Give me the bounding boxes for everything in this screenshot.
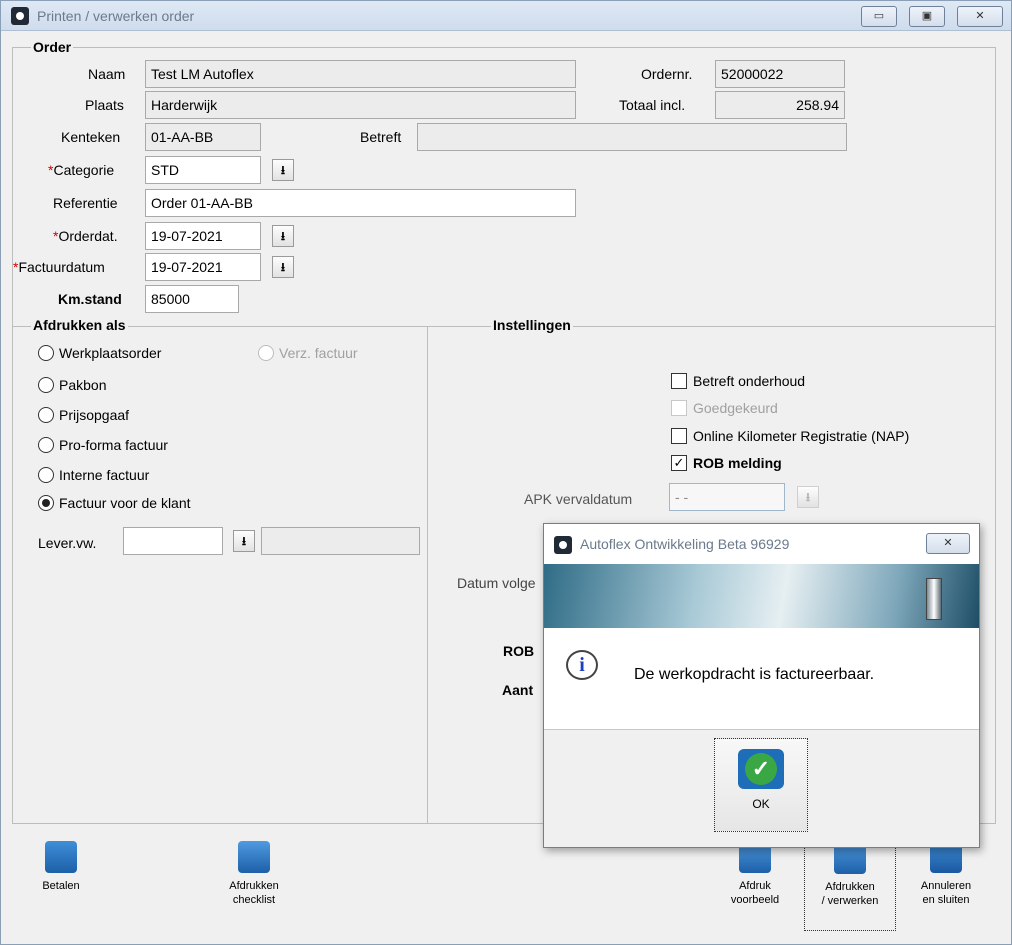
info-icon: i [566, 650, 598, 680]
apk-field[interactable]: - - [669, 483, 785, 511]
message-dialog: Autoflex Ontwikkeling Beta 96929 ✕ i De … [543, 523, 980, 848]
title-bar: Printen / verwerken order ▭ ▣ ✕ [1, 1, 1011, 31]
plaats-label: Plaats [85, 97, 124, 113]
dialog-message: De werkopdracht is factureerbaar. [634, 666, 875, 683]
radio-circle [258, 345, 274, 361]
betreft-field[interactable] [417, 123, 847, 151]
afdrukken-als-group [12, 326, 428, 824]
radio-werkplaatsorder[interactable]: Werkplaatsorder [38, 345, 161, 361]
dialog-title: Autoflex Ontwikkeling Beta 96929 [580, 536, 790, 552]
afdrukken-als-title: Afdrukken als [31, 317, 128, 333]
dialog-banner [544, 564, 979, 628]
referentie-label: Referentie [53, 195, 118, 211]
totaal-label: Totaal incl. [619, 97, 686, 113]
afdruk-voorbeeld-button[interactable]: Afdruk voorbeeld [723, 841, 787, 907]
radio-circle-selected [38, 495, 54, 511]
annuleren-sluiten-button[interactable]: Annuleren en sluiten [911, 841, 981, 907]
afdrukken-verwerken-button[interactable]: Afdrukken / verwerken [804, 835, 896, 931]
window-title: Printen / verwerken order [37, 8, 195, 24]
apk-dropdown-button[interactable]: ⭳ [797, 486, 819, 508]
orderdat-label: *Orderdat. [53, 228, 118, 244]
radio-factuur-voor-de-klant[interactable]: Factuur voor de klant [38, 495, 191, 511]
ok-checkmark-icon: ✓ [738, 749, 784, 789]
referentie-field[interactable]: Order 01-AA-BB [145, 189, 576, 217]
apk-label: APK vervaldatum [524, 491, 633, 507]
betalen-button[interactable]: Betalen [31, 841, 91, 893]
naam-field[interactable]: Test LM Autoflex [145, 60, 576, 88]
kenteken-field[interactable]: 01-AA-BB [145, 123, 261, 151]
kenteken-label: Kenteken [61, 129, 121, 145]
orderdat-field[interactable]: 19-07-2021 [145, 222, 261, 250]
kmstand-label: Km.stand [58, 291, 122, 307]
radio-circle [38, 467, 54, 483]
categorie-field[interactable]: STD [145, 156, 261, 184]
dialog-body: i De werkopdracht is factureerbaar. [544, 628, 979, 730]
check-goedgekeurd[interactable]: Goedgekeurd [671, 400, 778, 416]
ordernr-field[interactable]: 52000022 [715, 60, 845, 88]
categorie-label: *Categorie [48, 162, 115, 178]
close-button[interactable]: ✕ [957, 6, 1003, 27]
datum-volgend-label: Datum volge [457, 575, 536, 591]
radio-circle [38, 345, 54, 361]
factuurdatum-dropdown-button[interactable]: ⭳ [272, 256, 294, 278]
naam-label: Naam [88, 66, 126, 82]
checkbox [671, 428, 687, 444]
radio-interne-factuur[interactable]: Interne factuur [38, 467, 149, 483]
rob-label: ROB [503, 643, 535, 659]
radio-prijsopgaaf[interactable]: Prijsopgaaf [38, 407, 129, 423]
plaats-field[interactable]: Harderwijk [145, 91, 576, 119]
dialog-title-bar: Autoflex Ontwikkeling Beta 96929 ✕ [544, 524, 979, 564]
dialog-app-logo-icon [554, 536, 572, 554]
levervw-dropdown-button[interactable]: ⭳ [233, 530, 255, 552]
check-betreft-onderhoud[interactable]: Betreft onderhoud [671, 373, 805, 389]
radio-pro-forma-factuur[interactable]: Pro-forma factuur [38, 437, 168, 453]
radio-circle [38, 407, 54, 423]
check-rob-melding[interactable]: ✓ ROB melding [671, 455, 782, 471]
print-checklist-icon [238, 841, 270, 873]
levervw-field[interactable] [123, 527, 223, 555]
levervw-description-field[interactable] [261, 527, 420, 555]
dialog-close-button[interactable]: ✕ [926, 533, 970, 554]
betreft-label: Betreft [360, 129, 402, 145]
factuurdatum-field[interactable]: 19-07-2021 [145, 253, 261, 281]
afdrukken-checklist-button[interactable]: Afdrukken checklist [219, 841, 289, 907]
radio-verz-factuur[interactable]: Verz. factuur [258, 345, 358, 361]
radio-circle [38, 377, 54, 393]
dialog-ok-button[interactable]: ✓ OK [714, 738, 808, 832]
checkmark-icon: ✓ [671, 455, 687, 471]
kmstand-field[interactable]: 85000 [145, 285, 239, 313]
factuurdatum-label: *Factuurdatum [13, 259, 105, 275]
levervw-label: Lever.vw. [38, 535, 97, 551]
check-nap[interactable]: Online Kilometer Registratie (NAP) [671, 428, 909, 444]
radio-pakbon[interactable]: Pakbon [38, 377, 106, 393]
ok-label: OK [752, 797, 770, 811]
maximize-button[interactable]: ▣ [909, 6, 945, 27]
orderdat-dropdown-button[interactable]: ⭳ [272, 225, 294, 247]
ordernr-label: Ordernr. [641, 66, 693, 82]
radio-circle [38, 437, 54, 453]
totaal-field[interactable]: 258.94 [715, 91, 845, 119]
checkbox [671, 400, 687, 416]
payment-icon [45, 841, 77, 873]
app-logo-icon [11, 7, 29, 25]
minimize-button[interactable]: ▭ [861, 6, 897, 27]
door-graphic-icon [926, 578, 942, 620]
instellingen-title: Instellingen [491, 317, 573, 333]
aant-label: Aant [502, 682, 534, 698]
print-process-window: Printen / verwerken order ▭ ▣ ✕ Order Na… [0, 0, 1012, 945]
order-group-title: Order [31, 39, 74, 55]
categorie-dropdown-button[interactable]: ⭳ [272, 159, 294, 181]
checkbox [671, 373, 687, 389]
